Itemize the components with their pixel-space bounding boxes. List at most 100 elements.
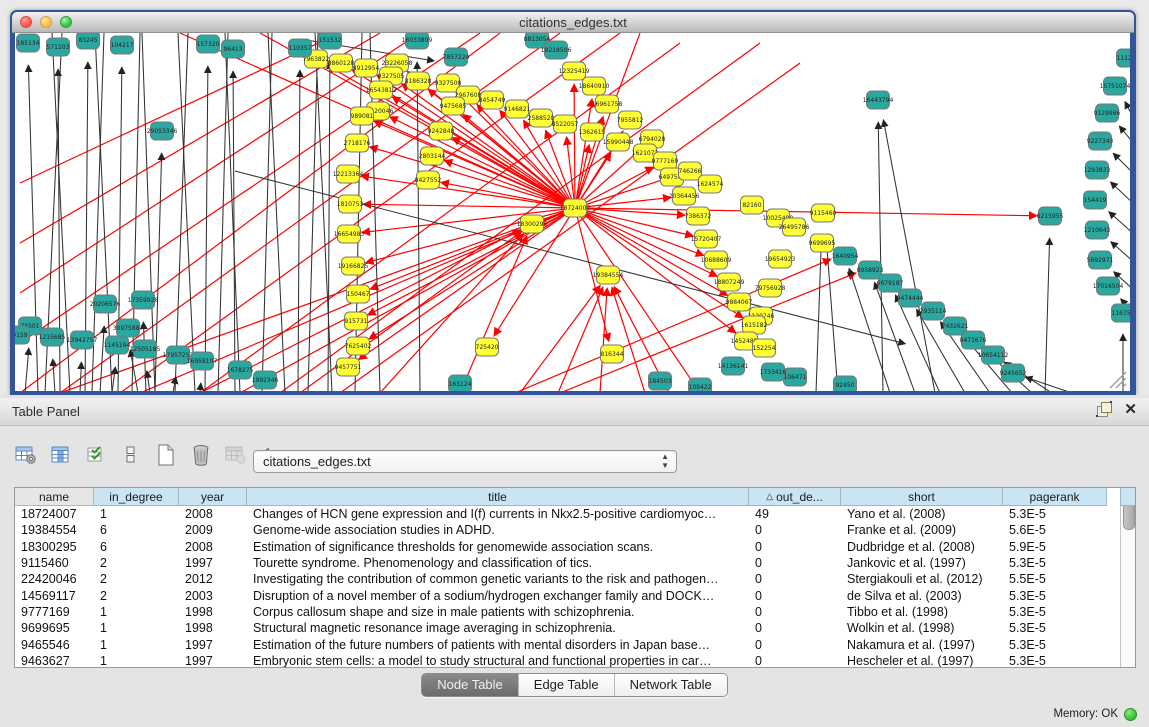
table-row[interactable]: 946362711997Embryonic stem cells: a mode… xyxy=(15,653,1120,668)
graph-node[interactable]: 9777169 xyxy=(652,152,679,170)
graph-node[interactable]: 1145194 xyxy=(104,336,131,354)
table-cell[interactable]: 2008 xyxy=(179,540,247,554)
table-row[interactable]: 1456911722003Disruption of a novel membe… xyxy=(15,587,1120,603)
table-cell[interactable]: 2009 xyxy=(179,523,247,537)
graph-node[interactable]: 9457751 xyxy=(335,358,362,376)
graph-node[interactable]: 1992346 xyxy=(252,371,279,389)
table-cell[interactable]: Yano et al. (2008) xyxy=(841,507,1003,521)
graph-node[interactable]: 571203 xyxy=(47,38,70,56)
graph-node[interactable]: 15990448 xyxy=(603,133,634,151)
table-cell[interactable]: 0 xyxy=(749,605,841,619)
table-cell[interactable]: 14569117 xyxy=(15,589,94,603)
network-canvas[interactable]: 1872400718300295193845547963822886012889… xyxy=(15,33,1130,391)
column-header-name[interactable]: name xyxy=(15,488,94,506)
table-cell[interactable]: 9699695 xyxy=(15,621,94,635)
graph-node[interactable]: 9474444 xyxy=(897,289,924,307)
graph-node[interactable]: 151532 xyxy=(319,33,342,49)
new-table-icon[interactable] xyxy=(154,442,178,468)
table-cell[interactable]: 9463627 xyxy=(15,654,94,668)
table-cell[interactable]: 2 xyxy=(94,589,179,603)
table-cell[interactable]: 0 xyxy=(749,556,841,570)
graph-node[interactable]: 82160 xyxy=(741,196,764,214)
column-header-in_degree[interactable]: in_degree xyxy=(94,488,179,506)
graph-node[interactable]: 2588520 xyxy=(528,109,555,127)
tab-node-table[interactable]: Node Table xyxy=(422,674,518,696)
table-cell[interactable]: 1 xyxy=(94,654,179,668)
table-cell[interactable]: 1 xyxy=(94,507,179,521)
table-cell[interactable]: 5.3E-5 xyxy=(1003,621,1107,635)
graph-node[interactable]: 725420 xyxy=(476,338,499,356)
table-cell[interactable]: Estimation of significance thresholds fo… xyxy=(247,540,749,554)
graph-node[interactable]: 8215955 xyxy=(1037,207,1064,225)
graph-node[interactable]: 1293833 xyxy=(1084,161,1111,179)
graph-node[interactable]: 7625402 xyxy=(345,337,372,355)
graph-node[interactable]: 18640910 xyxy=(579,77,610,95)
graph-node[interactable]: 9699695 xyxy=(809,234,836,252)
graph-node[interactable]: 19654923 xyxy=(765,250,796,268)
graph-node[interactable]: 8186328 xyxy=(405,72,432,90)
table-cell[interactable]: 2 xyxy=(94,556,179,570)
table-cell[interactable]: 1 xyxy=(94,605,179,619)
table-cell[interactable]: 5.6E-5 xyxy=(1003,523,1107,537)
graph-node[interactable]: 1640954 xyxy=(832,247,859,265)
graph-node[interactable]: 154419 xyxy=(1084,191,1107,209)
graph-node[interactable]: 14136141 xyxy=(718,357,749,375)
network-window-titlebar[interactable]: citations_edges.txt xyxy=(12,12,1134,33)
graph-node[interactable]: 111254 xyxy=(1117,49,1131,67)
graph-node[interactable]: 7857224 xyxy=(443,48,470,66)
graph-node[interactable]: 8454749 xyxy=(479,91,506,109)
table-row[interactable]: 969969511998Structural magnetic resonanc… xyxy=(15,620,1120,636)
graph-node[interactable]: 12213364 xyxy=(333,165,364,183)
table-cell[interactable]: 1998 xyxy=(179,621,247,635)
table-cell[interactable]: Structural magnetic resonance image aver… xyxy=(247,621,749,635)
table-cell[interactable]: 1997 xyxy=(179,638,247,652)
graph-node[interactable]: 29053346 xyxy=(147,122,178,140)
table-cell[interactable]: 5.3E-5 xyxy=(1003,654,1107,668)
table-cell[interactable]: 2 xyxy=(94,572,179,586)
graph-node[interactable]: 8860128 xyxy=(328,54,355,72)
table-row[interactable]: 1830029562008Estimation of significance … xyxy=(15,539,1120,555)
graph-node[interactable]: 30975887 xyxy=(113,319,144,337)
graph-node[interactable]: 185134 xyxy=(17,34,40,52)
graph-node[interactable]: 104217 xyxy=(111,36,134,54)
table-cell[interactable]: 9777169 xyxy=(15,605,94,619)
column-header-title[interactable]: title xyxy=(247,488,749,506)
table-row[interactable]: 2242004622012Investigating the contribut… xyxy=(15,571,1120,587)
graph-node[interactable]: 157320 xyxy=(197,35,220,53)
graph-node[interactable]: 1678275 xyxy=(227,361,254,379)
graph-node[interactable]: 116753 xyxy=(1112,304,1131,322)
graph-node[interactable]: 8471676 xyxy=(960,331,987,349)
table-cell[interactable]: Hescheler et al. (1997) xyxy=(841,654,1003,668)
float-panel-icon[interactable] xyxy=(1097,402,1112,417)
table-cell[interactable]: 1 xyxy=(94,621,179,635)
table-cell[interactable]: Tibbo et al. (1998) xyxy=(841,605,1003,619)
table-cell[interactable]: 22420046 xyxy=(15,572,94,586)
graph-node[interactable]: 110357 xyxy=(289,39,312,57)
graph-node[interactable]: 18300295 xyxy=(517,215,548,233)
graph-node[interactable]: 1615182 xyxy=(741,316,768,334)
graph-node[interactable]: 915731 xyxy=(345,312,368,330)
table-cell[interactable]: 0 xyxy=(749,540,841,554)
graph-node[interactable]: 10688609 xyxy=(701,251,732,269)
graph-node[interactable]: 9245652 xyxy=(1000,364,1027,382)
table-cell[interactable]: Stergiakouli et al. (2012) xyxy=(841,572,1003,586)
table-cell[interactable]: 0 xyxy=(749,572,841,586)
table-cell[interactable]: 6 xyxy=(94,523,179,537)
table-row[interactable]: 977716911998Corpus callosum shape and si… xyxy=(15,604,1120,620)
graph-node[interactable]: 16033809 xyxy=(402,33,433,49)
graph-node[interactable]: 7386372 xyxy=(685,207,712,225)
show-column-icon[interactable] xyxy=(49,442,73,468)
graph-node[interactable]: 13942757 xyxy=(67,331,98,349)
graph-node[interactable]: 1624574 xyxy=(697,175,724,193)
table-cell[interactable]: 18300295 xyxy=(15,540,94,554)
graph-node[interactable]: 163124 xyxy=(449,375,472,391)
graph-node[interactable]: 20206576 xyxy=(90,295,121,313)
graph-node[interactable]: 19218506 xyxy=(541,41,572,59)
graph-node[interactable]: 746266 xyxy=(679,162,702,180)
table-row[interactable]: 946554611997Estimation of the future num… xyxy=(15,636,1120,652)
graph-node[interactable]: 106471 xyxy=(784,368,807,386)
graph-node[interactable]: 9227343 xyxy=(1087,132,1114,150)
table-cell[interactable]: 0 xyxy=(749,638,841,652)
graph-node[interactable]: 184503 xyxy=(649,372,672,390)
graph-node[interactable]: 16958107 xyxy=(187,352,218,370)
